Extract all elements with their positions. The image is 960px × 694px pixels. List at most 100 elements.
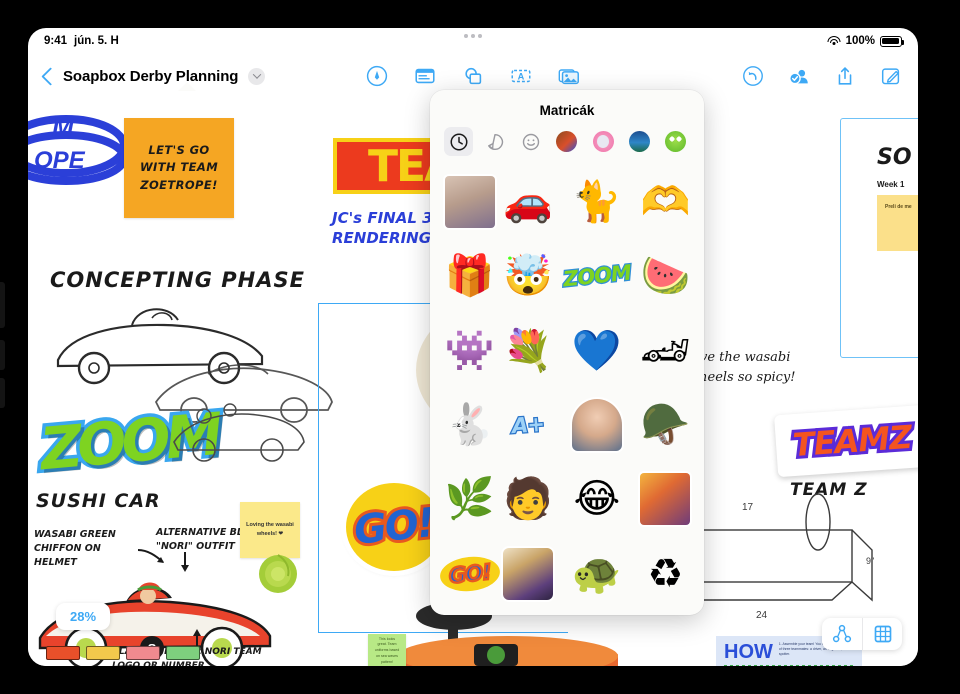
tool-palette: A	[364, 64, 582, 88]
sticker-couple-illustration-image	[640, 473, 691, 526]
sticker-red-helmet[interactable]: 🪖	[637, 391, 694, 459]
shapes-tool[interactable]	[460, 64, 486, 88]
sticker-mind-blown-memoji-glyph: 🤯	[503, 253, 554, 300]
grid-view-button[interactable]	[862, 618, 902, 650]
sticker-monstera-leaf-glyph: 🌿	[444, 476, 495, 523]
sticker-rabbit[interactable]: 🐇	[440, 391, 500, 459]
sticker-cat-standing-glyph: 🐈	[571, 179, 622, 225]
sticky-note-tool[interactable]	[412, 64, 438, 88]
svg-text:M: M	[52, 112, 75, 142]
sticker-flaming-race-car-glyph: 🏎	[639, 327, 691, 374]
undo-arrow-icon[interactable]	[740, 64, 766, 88]
sticker-thinking-memoji[interactable]: 🧑	[500, 465, 557, 533]
sticker-mind-blown-memoji[interactable]: 🤯	[500, 242, 557, 310]
sticker-gift-box-glyph: 🎁	[444, 253, 495, 300]
sticker-rofl-emoji-glyph: 😂	[573, 476, 621, 523]
view-mode-toggle[interactable]	[822, 618, 902, 650]
sticker-rofl-emoji[interactable]: 😂	[557, 465, 637, 533]
heading-concepting-phase[interactable]: CONCEPTING PHASE	[50, 268, 305, 292]
svg-text:9": 9"	[866, 556, 874, 566]
sticker-monster-mouth-glyph: 👾	[444, 327, 495, 374]
recents-category[interactable]	[444, 127, 473, 156]
heading-sushi-car[interactable]: SUSHI CAR	[36, 490, 161, 512]
stickers-category[interactable]	[480, 127, 509, 156]
sticker-blue-heart[interactable]: 💙	[557, 317, 637, 385]
connector-view-button[interactable]	[822, 618, 862, 650]
sticker-monster-mouth[interactable]: 👾	[440, 317, 500, 385]
sticker-grid: 🚗 🐈 🫶 🎁 🤯 ZOOM 🍉 👾 💐 💙 🏎 🐇 A+ 🪖 🌿 🧑 😂 GO! 🐢 ♻	[430, 166, 704, 615]
sticker-watermelon-glyph: 🍉	[640, 253, 691, 300]
memoji-pack-category[interactable]	[552, 127, 581, 156]
window-grab-handle[interactable]	[464, 34, 482, 38]
zoom-level-indicator[interactable]: 28%	[56, 603, 111, 630]
sticker-tortoise[interactable]: 🐢	[557, 540, 637, 608]
sticker-cat-standing[interactable]: 🐈	[557, 168, 637, 236]
canvas-car-sketch-3[interactable]	[168, 398, 308, 468]
sticker-monstera-leaf[interactable]: 🌿	[440, 465, 500, 533]
clock-icon	[449, 132, 468, 151]
annotation-love-wasabi[interactable]: love the wasabi wheels so spicy!	[688, 348, 798, 387]
sticker-blue-heart-glyph: 💙	[571, 327, 622, 374]
sticker-fashion-person[interactable]	[500, 540, 557, 608]
sticker-flower-bouquet[interactable]: 💐	[500, 317, 557, 385]
app-pack-blue-category[interactable]	[625, 127, 654, 156]
sticker-zoom-wordart[interactable]: ZOOM	[557, 242, 637, 310]
note-color-swatches[interactable]	[46, 646, 200, 660]
swatch-red[interactable]	[46, 646, 80, 660]
volume-up-button[interactable]	[0, 340, 5, 370]
sticker-zoom-wordart-text: ZOOM	[561, 260, 633, 293]
sticker-picker-popover: Matricák 🚗 🐈 🫶 🎁 🤯 ZOOM 🍉 👾 💐 💙 🏎 🐇 A+ 🪖 🌿 🧑 😂 GO! 🐢 ♻	[430, 90, 704, 615]
sticker-gift-box[interactable]: 🎁	[440, 242, 500, 310]
sticker-a-plus-grade[interactable]: A+	[500, 391, 557, 459]
sticker-photo-kid[interactable]	[557, 391, 637, 459]
sticker-recycling-symbol-glyph: ♻	[647, 550, 684, 597]
sticky-note-team-zoetrope[interactable]: LET'S GO WITH TEAM ZOETROPE!	[124, 118, 234, 218]
sticker-go-wordart[interactable]: GO!	[438, 540, 502, 608]
sticker-photo-kid-image	[571, 398, 622, 451]
app-pack-green-category[interactable]	[661, 127, 690, 156]
canvas-zoetrope-logo[interactable]: M OPE	[28, 110, 136, 190]
sticker-couple-illustration[interactable]	[637, 465, 694, 533]
sticker-watermelon[interactable]: 🍉	[637, 242, 694, 310]
swatch-yellow[interactable]	[86, 646, 120, 660]
emoji-category[interactable]	[516, 127, 545, 156]
sticker-heart-hands[interactable]: 🫶	[637, 168, 694, 236]
volume-down-button[interactable]	[0, 378, 5, 408]
swatch-green[interactable]	[166, 646, 200, 660]
canvas-teamz-sticker[interactable]: TEAMZ	[774, 404, 918, 478]
annotation-wasabi-green[interactable]: WASABI GREEN CHIFFON ON HELMET	[34, 528, 144, 569]
sticker-flower-bouquet-glyph: 💐	[503, 327, 554, 374]
sticker-red-helmet-glyph: 🪖	[640, 401, 691, 448]
text-box-tool[interactable]: A	[508, 64, 534, 88]
chevron-left-icon[interactable]	[42, 67, 53, 86]
top-toolbar-right	[740, 64, 904, 88]
sticker-a-plus-grade-text: A+	[510, 411, 546, 440]
sticker-flaming-race-car[interactable]: 🏎	[637, 317, 694, 385]
power-button[interactable]	[0, 282, 5, 328]
sticker-red-car[interactable]: 🚗	[500, 168, 557, 236]
canvas-stamp-shape[interactable]	[916, 586, 918, 626]
peel-sticker-icon	[487, 133, 503, 150]
sticker-recycling-symbol[interactable]: ♻	[637, 540, 694, 608]
screen: 9:41 jún. 5. H 100% Soapbox Derby Planni…	[28, 28, 918, 666]
sticker-photo-two-people[interactable]	[440, 168, 500, 236]
wifi-icon	[827, 35, 841, 47]
smiley-icon	[522, 133, 540, 150]
app-pack-pink-category[interactable]	[589, 127, 618, 156]
popover-arrow	[178, 82, 196, 91]
markup-pen-tool[interactable]	[364, 64, 390, 88]
chevron-down-icon[interactable]	[248, 67, 266, 85]
doc-schedule-card[interactable]: SO Week 1 Preli de me	[840, 118, 918, 358]
doc-how-title-1: HOW	[724, 641, 773, 663]
status-date: jún. 5. H	[74, 35, 119, 47]
swatch-pink[interactable]	[126, 646, 160, 660]
media-photos-icon[interactable]	[556, 64, 582, 88]
status-bar: 9:41 jún. 5. H 100%	[28, 28, 918, 54]
status-bar-right: 100%	[827, 35, 905, 47]
person-badge-icon[interactable]	[786, 64, 812, 88]
share-square-arrow-up-icon[interactable]	[832, 64, 858, 88]
compose-pencil-square-icon[interactable]	[878, 64, 904, 88]
sticky-note-green-small[interactable]: This looks great. Team uniforms based on…	[368, 634, 406, 666]
sticker-panel-title: Matricák	[539, 103, 595, 118]
svg-text:24: 24	[756, 610, 768, 621]
